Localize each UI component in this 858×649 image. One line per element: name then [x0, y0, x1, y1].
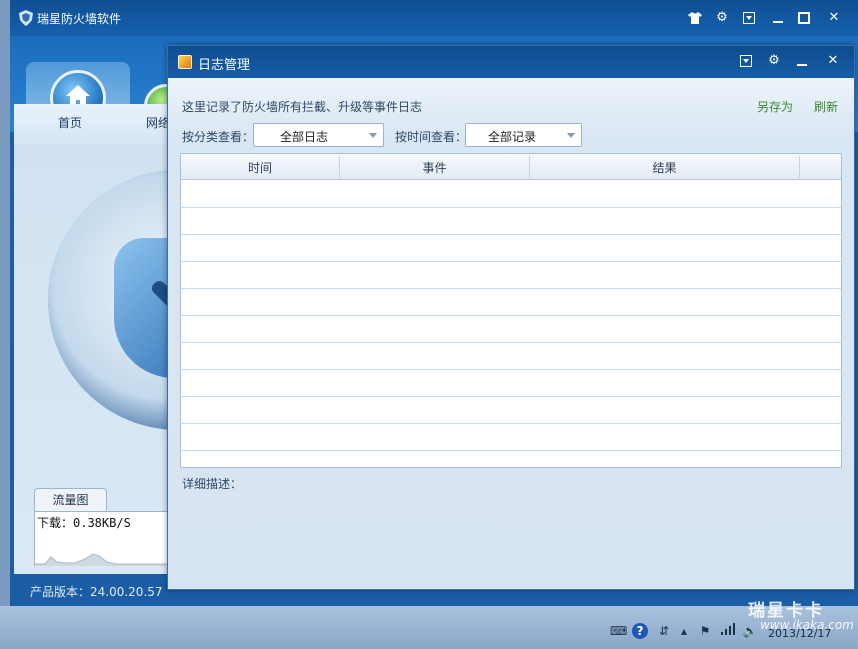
table-row: [181, 342, 841, 343]
refresh-link[interactable]: 刷新: [814, 98, 838, 115]
download-speed-readout: 下载：0.38KB/S: [37, 516, 131, 530]
dialog-settings-gear-icon[interactable]: ⚙: [761, 50, 787, 72]
dialog-description: 这里记录了防火墙所有拦截、升级等事件日志: [182, 100, 423, 114]
log-table[interactable]: 时间 事件 结果: [180, 153, 842, 468]
detail-description-label: 详细描述：: [182, 477, 243, 491]
nav-home-label[interactable]: 首页: [10, 114, 130, 131]
category-filter-select[interactable]: 全部日志: [253, 123, 384, 147]
table-row: [181, 369, 841, 370]
skin-shirt-icon[interactable]: [683, 8, 707, 28]
dialog-minimize-icon[interactable]: [789, 50, 815, 72]
menu-dropdown-icon[interactable]: [737, 8, 761, 28]
log-book-icon: [178, 55, 192, 69]
app-title: 瑞星防火墙软件: [37, 12, 122, 26]
minimize-icon[interactable]: [766, 8, 790, 28]
column-header-time[interactable]: 时间: [181, 159, 339, 176]
settings-gear-icon[interactable]: ⚙: [710, 8, 734, 28]
tray-arrows-icon[interactable]: ⇵: [656, 623, 672, 639]
log-table-header: 时间 事件 结果: [181, 154, 841, 180]
traffic-graph-tab[interactable]: 流量图: [34, 488, 107, 512]
help-icon[interactable]: ?: [632, 623, 648, 639]
app-titlebar[interactable]: 瑞星防火墙软件 ⚙ ✕: [10, 0, 858, 36]
show-hidden-icons-icon[interactable]: ▴: [676, 623, 692, 639]
table-row: [181, 450, 841, 451]
close-icon[interactable]: ✕: [822, 8, 846, 28]
time-filter-value: 全部记录: [487, 130, 536, 144]
chevron-down-icon: [567, 133, 575, 138]
dialog-titlebar[interactable]: 日志管理 ⚙ ✕: [168, 46, 854, 78]
table-row: [181, 288, 841, 289]
chevron-down-icon: [369, 133, 377, 138]
time-filter-label: 按时间查看：: [395, 130, 468, 144]
table-row: [181, 315, 841, 316]
dialog-close-icon[interactable]: ✕: [820, 50, 846, 72]
log-management-dialog: 日志管理 ⚙ ✕ 这里记录了防火墙所有拦截、升级等事件日志 另存为 刷新 按分类…: [167, 45, 855, 590]
category-filter-value: 全部日志: [279, 130, 328, 144]
column-separator: [799, 156, 800, 178]
table-row: [181, 207, 841, 208]
dialog-title: 日志管理: [198, 58, 251, 73]
action-center-flag-icon[interactable]: ⚑: [697, 623, 713, 639]
watermark-url: www.ikaka.com: [760, 618, 854, 632]
column-header-event[interactable]: 事件: [340, 159, 529, 176]
category-filter-label: 按分类查看：: [182, 130, 255, 144]
keyboard-icon[interactable]: ⌨: [610, 623, 627, 639]
column-header-result[interactable]: 结果: [530, 159, 799, 176]
time-filter-select[interactable]: 全部记录: [465, 123, 582, 147]
save-as-link[interactable]: 另存为: [757, 98, 793, 115]
ikaka-watermark: 瑞星卡卡 www.ikaka.com: [728, 592, 854, 634]
table-row: [181, 396, 841, 397]
dialog-body: 这里记录了防火墙所有拦截、升级等事件日志 另存为 刷新 按分类查看： 全部日志 …: [168, 78, 854, 589]
product-version: 产品版本：24.00.20.57: [30, 585, 163, 599]
table-row: [181, 261, 841, 262]
table-row: [181, 234, 841, 235]
dialog-menu-dropdown-icon[interactable]: [733, 50, 759, 72]
rising-logo-icon: [19, 10, 33, 26]
table-row: [181, 423, 841, 424]
maximize-icon[interactable]: [792, 8, 816, 28]
